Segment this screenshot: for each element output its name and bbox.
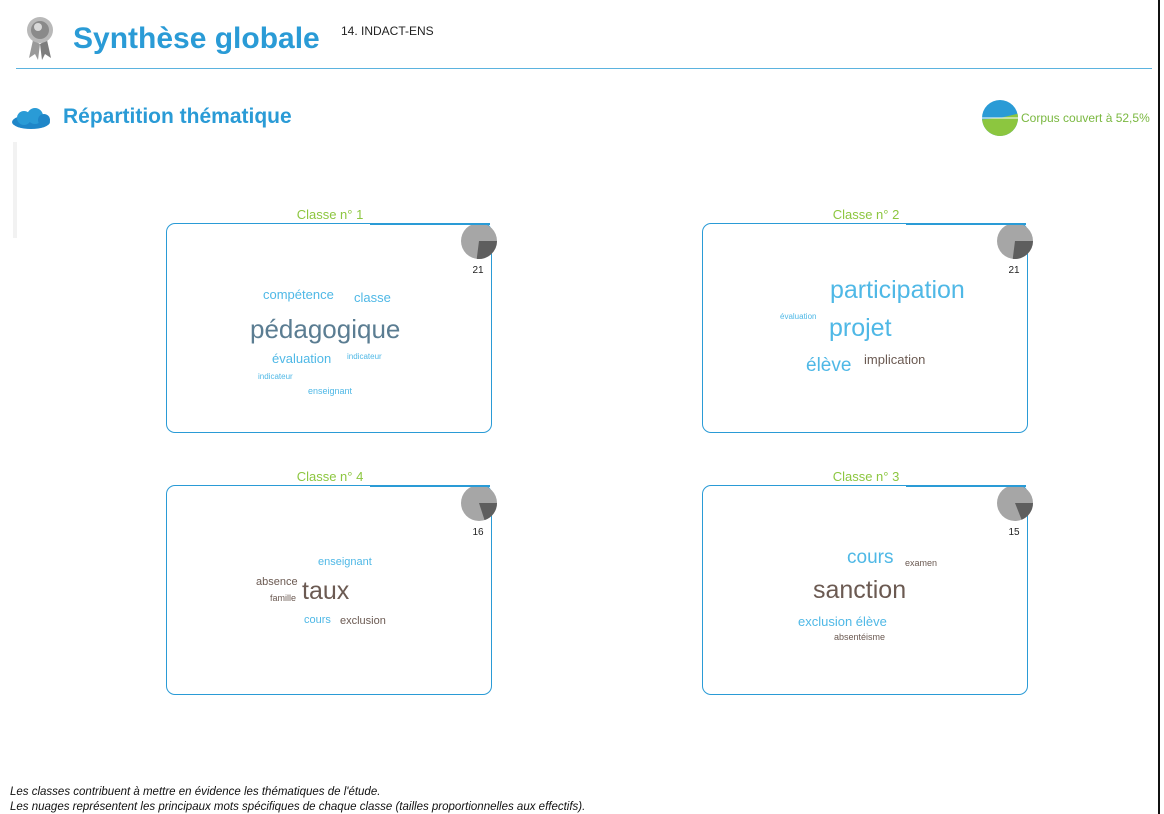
cloud-word: élève <box>806 355 852 376</box>
cloud-word: enseignant <box>318 556 372 568</box>
cloud-word: compétence <box>263 287 334 302</box>
class-title: Classe n° 3 <box>832 469 900 484</box>
class-size-pie <box>460 222 498 265</box>
section-title: Répartition thématique <box>63 105 292 128</box>
pie-chart-icon <box>981 99 1019 137</box>
award-ribbon-icon <box>24 14 56 62</box>
title-underline <box>906 485 1026 487</box>
footer-note: Les nuages représentent les principaux m… <box>10 801 586 813</box>
title-underline <box>370 485 490 487</box>
cloud-icon <box>10 106 52 130</box>
cloud-word: classe <box>354 290 391 305</box>
cloud-word: enseignant <box>308 386 353 396</box>
class-count: 21 <box>1008 265 1020 276</box>
cloud-word: pédagogique <box>250 314 401 344</box>
cloud-word: évaluation <box>272 351 332 366</box>
class-size-pie <box>996 222 1034 265</box>
header-divider <box>16 68 1152 69</box>
cloud-word: exclusion élève <box>798 614 887 629</box>
cloud-word: famille <box>270 593 297 603</box>
coverage-label: Corpus couvert à 52,5% <box>1021 111 1150 125</box>
class-count: 15 <box>1008 527 1020 538</box>
cloud-word: exclusion <box>340 615 386 627</box>
cloud-word: absentéisme <box>834 632 886 642</box>
cloud-word: indicateur <box>258 372 293 381</box>
class-count: 21 <box>472 265 484 276</box>
footer-note: Les classes contribuent à mettre en évid… <box>10 786 381 798</box>
cloud-word: participation <box>830 276 965 304</box>
cloud-word: projet <box>829 314 892 342</box>
cloud-word: indicateur <box>347 352 382 361</box>
class-size-pie <box>460 484 498 527</box>
class-size-pie <box>996 484 1034 527</box>
title-underline <box>906 223 1026 225</box>
title-underline <box>370 223 490 225</box>
cloud-word: taux <box>302 577 350 605</box>
right-border-line <box>1158 0 1160 814</box>
cloud-word: sanction <box>813 576 907 604</box>
study-name: 14. INDACT-ENS <box>341 24 434 38</box>
cloud-word: examen <box>905 558 938 568</box>
class-title: Classe n° 4 <box>296 469 364 484</box>
cloud-word: cours <box>304 614 331 626</box>
cloud-word: implication <box>864 352 926 367</box>
cloud-word: cours <box>847 547 894 568</box>
class-title: Classe n° 1 <box>296 207 364 222</box>
faint-scrollbar <box>13 142 17 238</box>
cloud-word: évaluation <box>780 312 817 321</box>
page-title: Synthèse globale <box>73 22 320 55</box>
class-title: Classe n° 2 <box>832 207 900 222</box>
class-count: 16 <box>472 527 484 538</box>
cloud-word: absence <box>256 576 298 588</box>
